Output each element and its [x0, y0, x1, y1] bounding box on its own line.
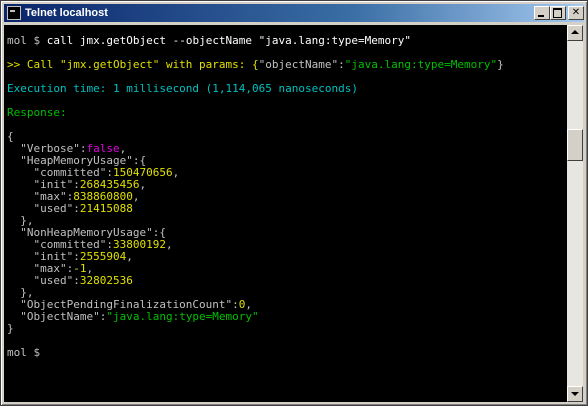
terminal-text: "objectName" [258, 58, 339, 71]
terminal-line: } [7, 323, 14, 335]
close-icon: ✕ [571, 7, 581, 18]
terminal-text: , [165, 238, 173, 251]
scroll-down-button[interactable] [567, 386, 583, 402]
terminal-output[interactable]: mol $ call jmx.getObject --objectName "j… [4, 25, 567, 402]
terminal-line: "ObjectName":"java.lang:type=Memory" [7, 310, 259, 323]
terminal-text: mol $ [7, 346, 41, 359]
terminal-text: "java.lang:type=Memory" [344, 58, 498, 71]
terminal-text: : [338, 58, 345, 71]
minimize-button[interactable] [534, 6, 550, 20]
terminal-text: "java.lang:type=Memory" [106, 310, 259, 323]
terminal-text: , [172, 166, 180, 179]
terminal-icon[interactable] [7, 6, 21, 20]
vertical-scrollbar[interactable] [567, 25, 583, 402]
maximize-button[interactable] [550, 6, 566, 20]
terminal-text: , [139, 178, 147, 191]
terminal-line: Execution time: 1 millisecond (1,114,065… [7, 83, 358, 95]
scroll-thumb[interactable] [567, 129, 583, 161]
terminal-text: , [126, 250, 133, 263]
terminal-text: , [132, 190, 140, 203]
terminal-text: } [7, 322, 14, 335]
terminal-text: 21415088 [79, 202, 133, 215]
terminal-text: "ObjectName": [7, 310, 107, 323]
terminal-text: } [497, 58, 504, 71]
terminal-line: mol $ call jmx.getObject --objectName "j… [7, 35, 411, 47]
terminal-text: Response: [7, 106, 67, 119]
terminal-text: Execution time: 1 millisecond (1,114,065… [7, 82, 358, 95]
terminal-line: mol $ [7, 347, 40, 359]
terminal-text: >> Call "jmx.getObject" with params: { [7, 58, 259, 71]
window-title: Telnet localhost [25, 7, 108, 19]
terminal-text: call jmx.getObject --objectName "java.la… [46, 34, 411, 47]
terminal-line: >> Call "jmx.getObject" with params: {"o… [7, 59, 504, 71]
terminal-text: mol $ [7, 34, 47, 47]
telnet-window: Telnet localhost ✕ mol $ call jmx.getObj… [0, 0, 588, 406]
title-bar[interactable]: Telnet localhost ✕ [4, 4, 584, 22]
terminal-line: Response: [7, 107, 67, 119]
scroll-up-button[interactable] [567, 25, 583, 41]
close-button[interactable]: ✕ [568, 6, 584, 20]
terminal-text: 32802536 [79, 274, 133, 287]
